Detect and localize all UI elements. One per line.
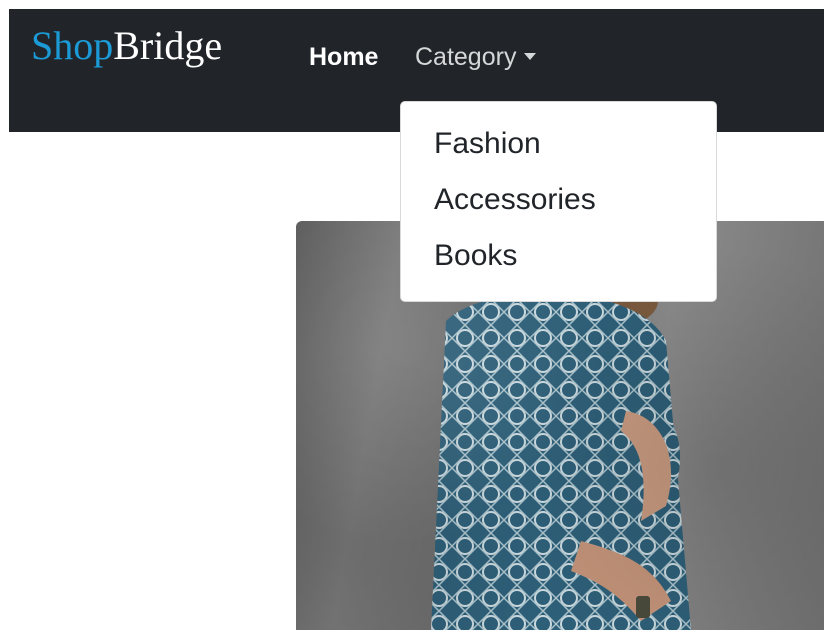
brand-part-bridge: Bridge <box>113 23 223 68</box>
dropdown-item-accessories[interactable]: Accessories <box>401 175 716 231</box>
dropdown-item-fashion[interactable]: Fashion <box>401 119 716 175</box>
caret-down-icon <box>524 52 537 60</box>
dropdown-item-books[interactable]: Books <box>401 231 716 287</box>
nav-category-toggle[interactable]: Category <box>415 41 537 73</box>
nav-home-link[interactable]: Home <box>309 41 378 73</box>
brand-logo[interactable]: ShopBridge <box>31 23 222 69</box>
category-dropdown-menu: Fashion Accessories Books <box>400 101 717 302</box>
nav-category-label: Category <box>415 43 517 71</box>
brand-part-shop: Shop <box>31 23 114 68</box>
